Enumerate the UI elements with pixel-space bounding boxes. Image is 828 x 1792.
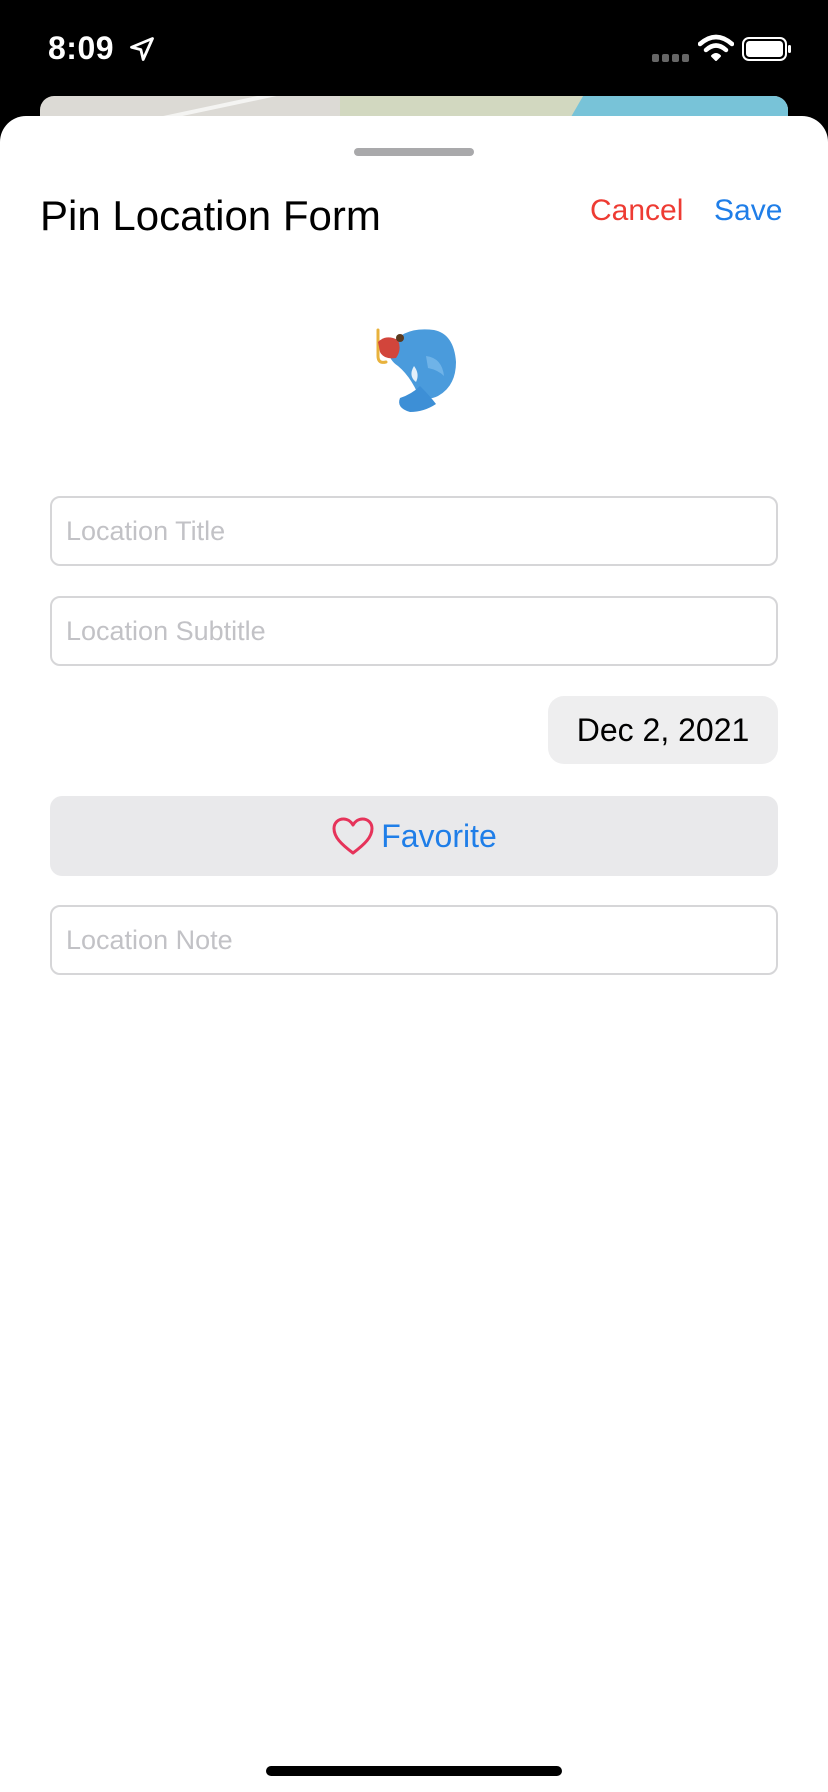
date-picker-button[interactable]: Dec 2, 2021 xyxy=(548,696,778,764)
location-subtitle-field[interactable] xyxy=(50,596,778,666)
location-arrow-icon xyxy=(130,37,154,61)
cellular-signal-icon xyxy=(652,54,689,62)
wifi-icon xyxy=(698,34,734,61)
location-title-field[interactable] xyxy=(50,496,778,566)
status-bar: 8:09 xyxy=(0,0,828,96)
favorite-button[interactable]: Favorite xyxy=(50,796,778,876)
location-note-field[interactable] xyxy=(50,905,778,975)
status-time: 8:09 xyxy=(48,30,115,66)
location-title-input[interactable] xyxy=(52,498,776,564)
save-button[interactable]: Save xyxy=(714,194,782,228)
date-value: Dec 2, 2021 xyxy=(576,711,750,748)
location-subtitle-input[interactable] xyxy=(52,598,776,664)
fish-icon xyxy=(376,328,456,412)
home-indicator[interactable] xyxy=(266,1766,562,1776)
location-note-input[interactable] xyxy=(52,907,776,973)
screen: 8:09 Pin Location Form Cancel Save Locat… xyxy=(0,0,828,1792)
sheet-grabber[interactable] xyxy=(354,148,474,156)
heart-outline-icon xyxy=(332,817,374,855)
cancel-button[interactable]: Cancel xyxy=(590,194,683,228)
favorite-label: Favorite xyxy=(381,817,497,854)
battery-icon xyxy=(742,37,791,61)
sheet-title: Pin Location Form xyxy=(40,192,381,239)
pin-location-sheet: Pin Location Form Cancel Save Dec 2, 202… xyxy=(0,116,828,1792)
